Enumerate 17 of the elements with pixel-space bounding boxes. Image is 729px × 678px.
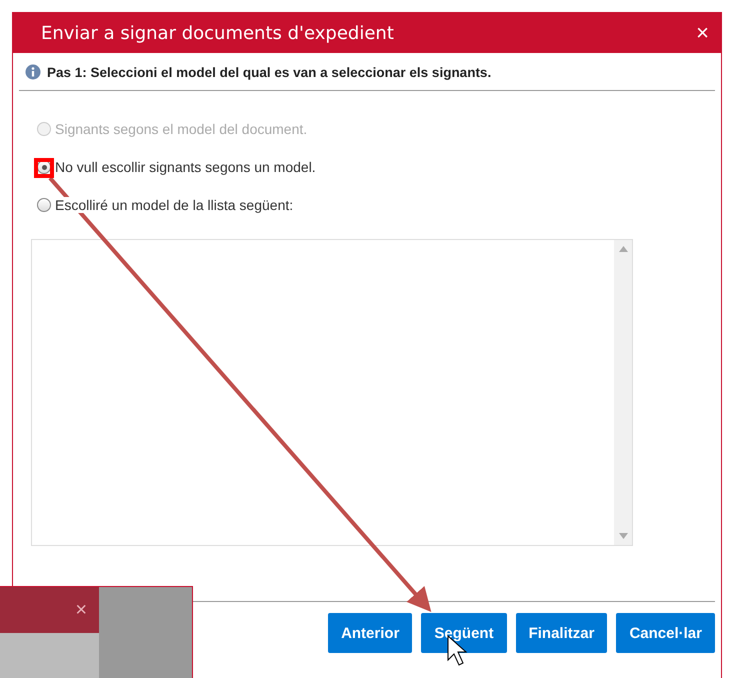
footer-button[interactable]: Següent: [421, 613, 507, 653]
scroll-up-icon[interactable]: [618, 246, 628, 252]
footer-button[interactable]: Cancel·lar: [616, 613, 715, 653]
dialog-title: Enviar a signar documents d'expedient: [41, 22, 394, 44]
option-label[interactable]: Escolliré un model de la llista següent:: [55, 197, 294, 213]
step-instruction: Pas 1: Seleccioni el model del qual es van a seleccionar els signants.: [47, 64, 492, 80]
close-button[interactable]: ×: [694, 22, 711, 44]
model-list[interactable]: [31, 239, 633, 546]
close-button[interactable]: ×: [75, 598, 87, 622]
footer-button[interactable]: Anterior: [328, 613, 412, 653]
highlight-frame: [34, 158, 54, 178]
radio-button[interactable]: [37, 198, 51, 212]
scroll-down-icon[interactable]: [618, 533, 628, 539]
info-icon: [25, 64, 41, 80]
option-label[interactable]: No vull escollir signants segons un model.: [55, 159, 316, 175]
footer-button[interactable]: Finalitzar: [516, 613, 608, 653]
scrollbar[interactable]: [614, 240, 632, 545]
